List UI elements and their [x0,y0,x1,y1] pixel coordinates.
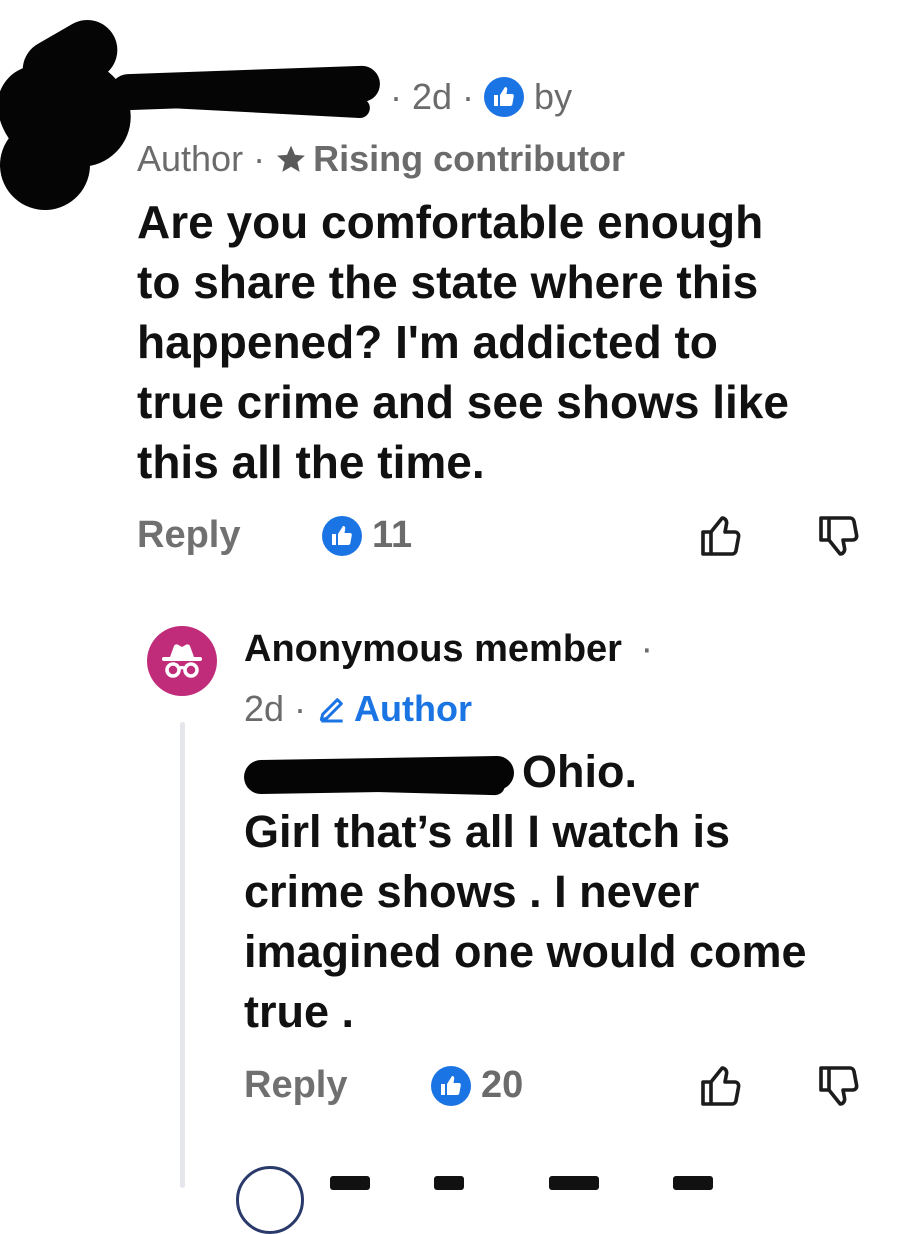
like-count: 20 [481,1064,524,1106]
reply-meta: 2d · Author [244,688,472,730]
comment-role-line: Author · Rising contributor [137,138,625,180]
comment-line: Are you comfortable enough [137,196,764,248]
star-icon [277,145,305,172]
reply-author-name[interactable]: Anonymous member [244,628,622,670]
reply-line: crime shows . I never [244,866,700,917]
separator-dot: · [640,628,654,670]
thread-line [180,722,185,1188]
comment-line: true crime and see shows like [137,376,789,428]
reply-age: 2d [244,688,285,729]
reply-line: true . [244,986,355,1037]
reply-role: Author [354,688,473,729]
like-count: 11 [372,514,413,556]
incognito-icon [162,644,202,678]
comment-body: Are you comfortable enough to share the … [137,192,789,492]
comment-role: Author [137,138,244,179]
reply-body: Girl that’s all I watch is crime shows .… [244,802,807,1042]
reply-line: Girl that’s all I watch is [244,806,730,857]
next-reply-avatar[interactable] [236,1166,304,1234]
separator-dot: · [462,76,475,117]
thumbs-up-icon[interactable] [697,512,745,560]
like-count-group: 11 [322,514,412,557]
like-reaction-icon [484,77,525,117]
like-count-group: 20 [431,1064,523,1107]
author-badge: Author [316,688,472,730]
reply-author-line: Anonymous member · [244,628,653,671]
reply-button[interactable]: Reply [137,514,240,557]
separator-dot: · [294,688,307,729]
avatar[interactable] [147,626,217,696]
separator-dot: · [390,76,402,117]
separator-dot: · [253,138,266,179]
thumbs-down-icon[interactable] [815,512,863,560]
comment-line: this all the time. [137,436,485,488]
comment-age: 2d [412,76,453,117]
like-reaction-icon [322,515,362,556]
comment-line: happened? I'm addicted to [137,316,718,368]
contributor-badge: Rising contributor [313,138,626,179]
thumbs-down-icon[interactable] [815,1062,863,1110]
thumbs-up-icon[interactable] [697,1062,745,1110]
like-reaction-icon [431,1065,471,1106]
reply-first-line-text: Ohio. [522,746,637,797]
comment-meta: · 2d · by [380,76,572,118]
by-label: by [534,76,573,117]
reply-line: imagined one would come [244,926,807,977]
comment-line: to share the state where this [137,256,759,308]
reply-button[interactable]: Reply [244,1064,347,1107]
pencil-icon [319,698,343,723]
